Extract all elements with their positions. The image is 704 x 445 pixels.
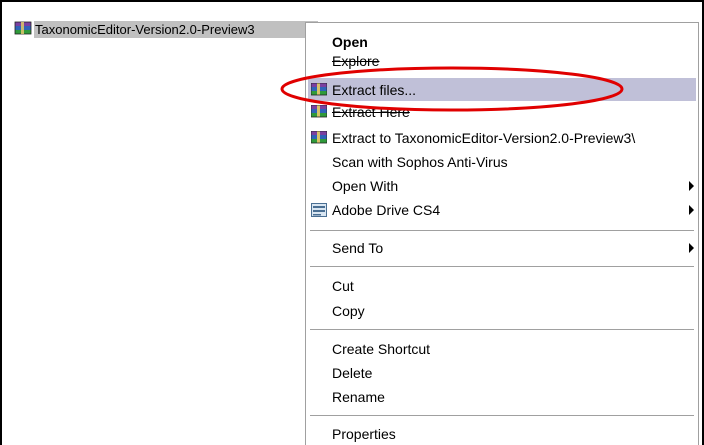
menu-item-label: Copy [332,302,365,319]
archive-file-item[interactable]: TaxonomicEditor-Version2.0-Preview3 [14,19,318,39]
menu-item-cut[interactable]: Cut [308,274,696,297]
archive-file-name[interactable]: TaxonomicEditor-Version2.0-Preview3 [34,20,318,38]
menu-item-create-shortcut[interactable]: Create Shortcut [308,337,696,360]
menu-item-label: Extract to TaxonomicEditor-Version2.0-Pr… [332,129,636,146]
menu-item-label: Delete [332,364,373,381]
menu-item-label: Adobe Drive CS4 [332,201,441,218]
winrar-icon [308,105,330,119]
context-menu: Open Explore Extract files... Extract He… [305,22,699,445]
menu-item-label: Create Shortcut [332,340,431,357]
menu-item-adobe-drive[interactable]: Adobe Drive CS4 [308,198,696,221]
menu-item-label: Send To [332,239,384,256]
menu-item-extract-files[interactable]: Extract files... [308,78,696,101]
menu-item-label: Extract files... [332,81,417,98]
menu-item-properties[interactable]: Properties [308,422,696,445]
adobe-drive-icon [308,202,330,217]
menu-item-extract-here[interactable]: Extract Here [308,103,696,121]
menu-item-open-with[interactable]: Open With [308,174,696,197]
menu-item-label: Cut [332,277,354,294]
menu-item-send-to[interactable]: Send To [308,236,696,259]
menu-item-label: Scan with Sophos Anti-Virus [332,153,508,170]
menu-item-label: Open [332,33,368,50]
menu-item-extract-to[interactable]: Extract to TaxonomicEditor-Version2.0-Pr… [308,126,696,149]
menu-separator [310,329,694,330]
winrar-icon [308,130,330,145]
menu-item-scan-sophos[interactable]: Scan with Sophos Anti-Virus [308,150,696,173]
submenu-arrow-icon [689,180,694,191]
menu-item-label: Properties [332,425,396,442]
menu-item-delete[interactable]: Delete [308,361,696,384]
winrar-icon [308,82,330,97]
submenu-arrow-icon [689,204,694,215]
submenu-arrow-icon [689,242,694,253]
menu-separator [310,415,694,416]
menu-item-explore[interactable]: Explore [308,51,696,71]
menu-separator [310,266,694,267]
winrar-archive-icon [14,21,32,37]
menu-item-label: Rename [332,388,385,405]
menu-item-label: Open With [332,177,399,194]
menu-separator [310,230,694,231]
menu-item-label: Explore [332,53,380,69]
menu-item-rename[interactable]: Rename [308,385,696,408]
menu-item-open[interactable]: Open [308,30,696,53]
menu-item-label: Extract Here [332,104,410,120]
menu-item-copy[interactable]: Copy [308,299,696,322]
